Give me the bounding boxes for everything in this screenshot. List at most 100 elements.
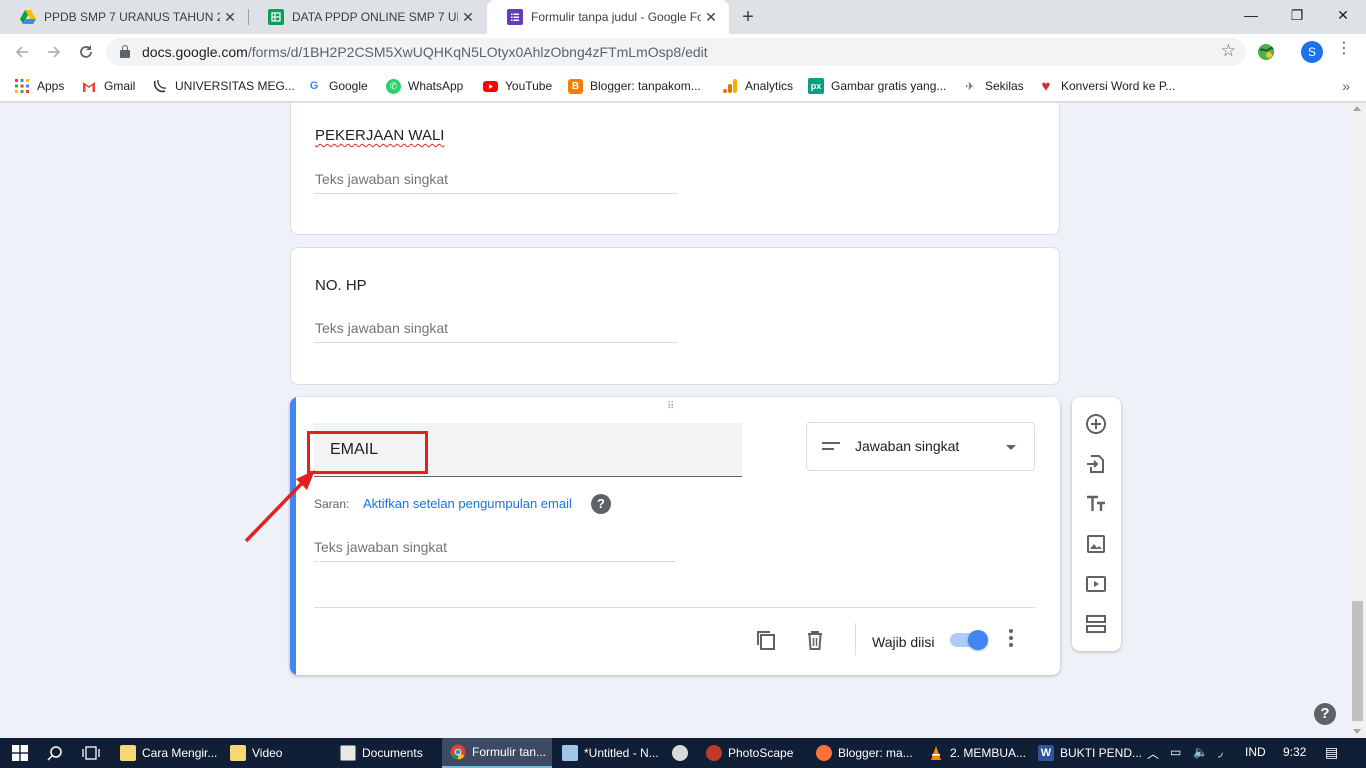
bookmark-pexels[interactable]: px Gambar gratis yang... (808, 76, 946, 96)
notepad-icon (562, 745, 578, 761)
duplicate-icon[interactable] (755, 629, 777, 651)
tab-formulir[interactable]: Formulir tanpa judul - Google Fo ✕ (487, 0, 729, 34)
scroll-down-icon[interactable] (1353, 729, 1361, 734)
annotation-arrow-icon (244, 470, 315, 543)
tab-data-ppdp[interactable]: DATA PPDP ONLINE SMP 7 URAN ✕ (248, 0, 486, 34)
add-section-icon[interactable] (1084, 612, 1108, 636)
bookmarks-overflow-icon[interactable]: » (1342, 78, 1350, 94)
sekilas-icon: ✈ (965, 80, 975, 93)
start-button[interactable] (2, 738, 38, 768)
question-card-no-hp[interactable]: NO. HP Teks jawaban singkat (290, 247, 1060, 385)
answer-underline (314, 561, 675, 562)
bookmark-blogger[interactable]: B Blogger: tanpakom... (568, 76, 701, 96)
short-answer-placeholder: Teks jawaban singkat (314, 539, 448, 555)
more-options-icon[interactable] (1008, 629, 1014, 650)
clock[interactable]: 9:32 (1283, 745, 1306, 759)
suggestion-link[interactable]: Aktifkan setelan pengumpulan email (363, 496, 572, 511)
profile-avatar[interactable]: S (1301, 41, 1323, 63)
drag-handle-icon[interactable]: ⠿ (667, 402, 675, 412)
search-button[interactable] (38, 738, 74, 768)
back-button[interactable] (10, 40, 34, 64)
close-window-button[interactable]: ✕ (1320, 0, 1366, 30)
notifications-icon[interactable]: ▤ (1325, 744, 1338, 761)
pexels-icon: px (808, 78, 824, 94)
taskbar-label: BUKTI PEND... (1060, 746, 1143, 760)
search-icon (47, 746, 62, 761)
extension-globe-icon[interactable] (1256, 42, 1276, 62)
bookmark-youtube[interactable]: YouTube (482, 76, 552, 96)
battery-icon[interactable]: ▭ (1170, 745, 1181, 759)
url-text[interactable]: docs.google.com/forms/d/1BH2P2CSM5XwUQHK… (142, 44, 708, 60)
tray-chevron-icon[interactable]: ︿ (1147, 745, 1159, 762)
taskbar-item-app[interactable] (664, 738, 698, 768)
import-questions-icon[interactable] (1084, 452, 1108, 476)
university-icon (152, 78, 168, 94)
bookmark-konversi[interactable]: ♥ Konversi Word ke P... (1038, 76, 1176, 96)
forward-button[interactable] (42, 40, 66, 64)
bookmark-star-icon[interactable]: ☆ (1221, 41, 1236, 61)
taskbar-item-firefox[interactable]: Blogger: ma... (808, 738, 918, 768)
scroll-thumb[interactable] (1352, 601, 1363, 721)
help-icon[interactable]: ? (591, 494, 611, 514)
word-icon: W (1038, 745, 1054, 761)
taskbar-item-documents[interactable]: Documents (332, 738, 440, 768)
question-title[interactable]: PEKERJAAN WALI (315, 127, 444, 144)
reload-button[interactable] (74, 40, 98, 64)
folder-icon (120, 745, 136, 761)
bookmark-gmail[interactable]: Gmail (81, 76, 135, 96)
taskbar-item-chrome[interactable]: Formulir tan... (442, 738, 552, 768)
folder-icon (230, 745, 246, 761)
taskbar-label: Documents (362, 746, 423, 760)
add-video-icon[interactable] (1084, 572, 1108, 596)
documents-icon (340, 745, 356, 761)
taskbar-item-word[interactable]: W BUKTI PEND... (1030, 738, 1142, 768)
scroll-up-icon[interactable] (1353, 106, 1361, 111)
arrow-left-icon (15, 46, 28, 58)
bookmark-analytics[interactable]: Analytics (722, 76, 793, 96)
network-icon[interactable]: ◞ (1218, 745, 1223, 759)
browser-menu-icon[interactable]: ⋮ (1336, 41, 1352, 57)
question-card-pekerjaan-wali[interactable]: PEKERJAAN WALI Teks jawaban singkat (290, 103, 1060, 235)
close-tab-icon[interactable]: ✕ (701, 9, 721, 26)
taskbar-item-video[interactable]: Video (222, 738, 330, 768)
task-view-button[interactable] (74, 738, 110, 768)
chrome-icon (450, 744, 466, 760)
google-sheets-icon (268, 9, 284, 25)
taskbar-item-notepad[interactable]: *Untitled - N... (554, 738, 662, 768)
apps-grid-icon (14, 78, 30, 94)
url-host: docs.google.com (142, 44, 248, 60)
delete-icon[interactable] (804, 629, 826, 651)
maximize-button[interactable]: ❐ (1274, 0, 1320, 30)
volume-icon[interactable]: 🔈 (1193, 745, 1208, 759)
address-bar[interactable]: docs.google.com/forms/d/1BH2P2CSM5XwUQHK… (106, 38, 1246, 66)
taskbar-item-cara-mengir[interactable]: Cara Mengir... (112, 738, 220, 768)
question-title[interactable]: NO. HP (315, 277, 367, 294)
tab-ppdb[interactable]: PPDB SMP 7 URANUS TAHUN 20 ✕ (0, 0, 248, 34)
close-tab-icon[interactable]: ✕ (220, 9, 240, 26)
annotation-highlight-box (307, 431, 428, 474)
taskbar-item-vlc[interactable]: 2. MEMBUA... (920, 738, 1028, 768)
bookmark-label: YouTube (505, 79, 553, 93)
minimize-button[interactable]: — (1228, 0, 1274, 30)
toggle-knob (968, 630, 988, 650)
question-type-select[interactable]: Jawaban singkat (806, 422, 1035, 471)
bookmark-google[interactable]: G Google (306, 76, 368, 96)
question-type-label: Jawaban singkat (855, 438, 960, 454)
add-question-icon[interactable] (1084, 412, 1108, 436)
language-indicator[interactable]: IND (1245, 745, 1266, 759)
bookmark-sekilas[interactable]: ✈ Sekilas (962, 76, 1023, 96)
add-image-icon[interactable] (1084, 532, 1108, 556)
required-toggle[interactable] (950, 630, 988, 650)
question-card-email[interactable]: ⠿ EMAIL Jawaban singkat Saran: Aktifkan … (290, 397, 1060, 675)
new-tab-button[interactable]: + (737, 4, 759, 30)
bookmark-universitas[interactable]: UNIVERSITAS MEG... (152, 76, 295, 96)
help-fab-icon[interactable]: ? (1314, 703, 1336, 725)
photoscape-icon (706, 745, 722, 761)
youtube-icon (482, 78, 498, 94)
close-tab-icon[interactable]: ✕ (458, 9, 478, 26)
taskbar-item-photoscape[interactable]: PhotoScape (698, 738, 806, 768)
add-title-icon[interactable] (1084, 492, 1108, 516)
page-scrollbar[interactable] (1349, 103, 1366, 738)
bookmark-apps[interactable]: Apps (14, 76, 64, 96)
bookmark-whatsapp[interactable]: ✆ WhatsApp (386, 76, 463, 96)
